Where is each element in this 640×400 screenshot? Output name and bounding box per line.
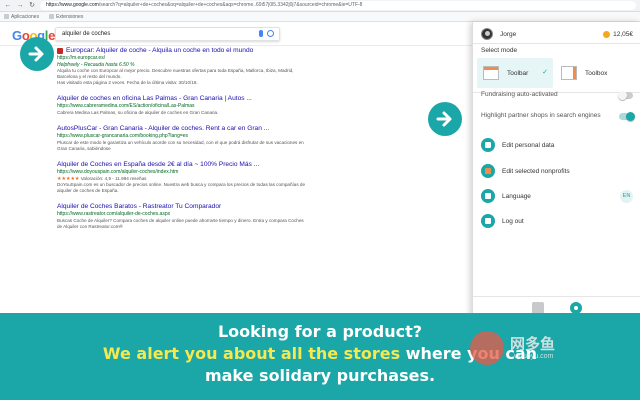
globe-icon: [481, 189, 495, 203]
arrow-right-icon: [428, 102, 462, 136]
divider: [473, 43, 640, 44]
result-snippet: Buscas Coche de Alquiler? Compara coches…: [57, 218, 304, 229]
result-url: https://www.pluscar-grancanaria.com/book…: [57, 133, 189, 139]
menu-language[interactable]: Language EN: [481, 188, 633, 204]
fish-logo-icon: [470, 331, 504, 365]
banner-highlight: We alert you about all the stores: [102, 344, 401, 363]
back-icon[interactable]: ←: [4, 1, 12, 11]
logout-icon: [481, 214, 495, 228]
result-snippet: Pluscar de este modo le garantiza un veh…: [57, 140, 304, 151]
result-url: https://m.europcar.es/: [57, 55, 106, 61]
bookmark-apps[interactable]: Aplicaciones: [4, 14, 39, 20]
search-icon[interactable]: [267, 30, 274, 37]
home-icon: [481, 164, 495, 178]
result-item: Alquiler de Coches Baratos - Rastreator …: [57, 203, 357, 230]
mode-toolbar-option[interactable]: Toolbar ✓: [477, 58, 553, 88]
mode-toolbox-option[interactable]: Toolbox: [555, 58, 635, 88]
user-icon: [481, 138, 495, 152]
toggle-label: Highlight partner shops in search engine…: [481, 112, 601, 119]
user-header: Jorge 12,05€: [481, 25, 633, 43]
bookmarks-bar: Aplicaciones Extensiones: [0, 12, 640, 22]
helpfreely-icon: [57, 48, 63, 54]
result-snippet: Alquila tu coche con Europcar al mejor p…: [57, 68, 294, 79]
result-title[interactable]: Europcar: Alquiler de coche - Alquila un…: [57, 47, 357, 55]
select-mode-label: Select mode: [481, 47, 518, 54]
check-icon: ✓: [542, 69, 548, 76]
result-item: Europcar: Alquiler de coche - Alquila un…: [57, 47, 357, 86]
gear-icon[interactable]: [570, 301, 582, 314]
result-item: AutosPlusCar - Gran Canaria - Alquiler d…: [57, 125, 357, 152]
result-snippet: DoYouSpain.com es un buscador de precios…: [57, 182, 306, 193]
watermark: 网多鱼 wduoyu.com: [470, 325, 590, 375]
toggle-label: Fundraising auto-activated: [481, 91, 558, 98]
highlight-shops-row: Highlight partner shops in search engine…: [481, 111, 635, 121]
forward-icon[interactable]: →: [16, 1, 24, 11]
menu-label: Language: [502, 192, 531, 200]
result-url: https://www.rastreator.com/alquiler-de-c…: [57, 211, 171, 217]
result-title[interactable]: Alquiler de coches en oficina Las Palmas…: [57, 95, 357, 103]
coin-icon: [603, 30, 611, 38]
reload-icon[interactable]: ↻: [28, 1, 36, 11]
result-title[interactable]: Alquiler de Coches Baratos - Rastreator …: [57, 203, 357, 211]
result-title[interactable]: AutosPlusCar - Gran Canaria - Alquiler d…: [57, 125, 357, 133]
menu-label: Edit personal data: [502, 141, 555, 149]
toolbar-icon: [483, 66, 499, 80]
toggle-knob: [626, 111, 635, 121]
menu-edit-nonprofits[interactable]: Edit selected nonprofits: [481, 163, 633, 179]
url-host: https://www.google.com: [46, 2, 99, 8]
gift-icon[interactable]: [532, 301, 544, 314]
mode-label: Toolbar: [507, 69, 529, 77]
result-snippet: Cabrera Medina Las Palmas, su oficina de…: [57, 110, 219, 115]
extensions-icon: [49, 14, 55, 19]
toggle-knob: [618, 90, 627, 100]
google-header: Google alquiler de coches: [0, 22, 472, 46]
browser-address-bar: ← → ↻ https://www.google.com/search?q=al…: [0, 0, 640, 12]
menu-label: Edit selected nonprofits: [502, 167, 570, 175]
toolbox-icon: [561, 66, 577, 80]
menu-label: Log out: [502, 217, 524, 225]
watermark-domain: wduoyu.com: [514, 353, 554, 360]
result-item: Alquiler de Coches en España desde 2€ al…: [57, 161, 357, 194]
result-item: Alquiler de coches en oficina Las Palmas…: [57, 95, 357, 116]
url-field[interactable]: https://www.google.com/search?q=alquiler…: [40, 1, 636, 10]
result-url: https://www.cabreramedina.com/ES/action/…: [57, 103, 195, 109]
avatar[interactable]: [481, 28, 493, 40]
url-path: /search?q=alquiler+de+coches&oq=alquiler…: [98, 2, 363, 8]
search-query: alquiler de coches: [62, 31, 111, 37]
menu-log-out[interactable]: Log out: [481, 213, 633, 229]
mic-icon[interactable]: [259, 30, 263, 37]
search-results: Europcar: Alquiler de coche - Alquila un…: [57, 47, 357, 239]
balance: 12,05€: [613, 30, 633, 38]
user-name: Jorge: [500, 30, 517, 38]
bookmark-extensions[interactable]: Extensiones: [49, 14, 83, 20]
extension-popup: Jorge 12,05€ Select mode Toolbar ✓ Toolb…: [472, 22, 640, 318]
search-input[interactable]: alquiler de coches: [55, 27, 280, 41]
auto-activate-toggle[interactable]: [618, 90, 633, 100]
mode-label: Toolbox: [585, 69, 608, 77]
result-url: https://www.doyouspain.com/alquiler-coch…: [57, 169, 179, 175]
result-title[interactable]: Alquiler de Coches en España desde 2€ al…: [57, 161, 357, 169]
auto-activate-row: Fundraising auto-activated: [481, 90, 633, 100]
arrow-right-icon: [20, 37, 54, 71]
watermark-text: 网多鱼: [510, 335, 556, 353]
menu-edit-personal-data[interactable]: Edit personal data: [481, 137, 633, 153]
apps-icon: [4, 14, 9, 19]
highlight-shops-toggle[interactable]: [619, 111, 635, 121]
result-visit-note: Has visitado esta página 2 veces. Fecha …: [57, 80, 198, 85]
language-badge[interactable]: EN: [620, 189, 633, 203]
